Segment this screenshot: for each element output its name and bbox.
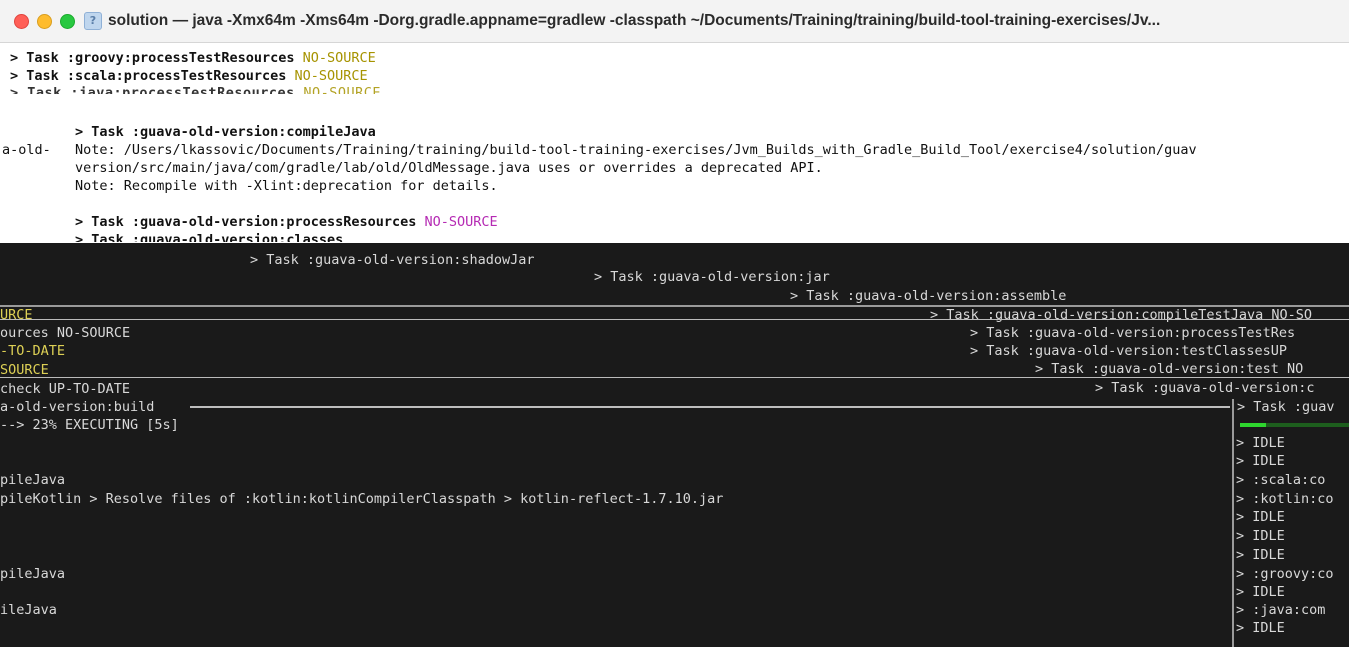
- glitch-text: SOURCE: [0, 362, 49, 378]
- worker-line: > IDLE: [1236, 453, 1285, 469]
- scan-line: [190, 406, 1230, 408]
- glitch-text: URCE: [0, 307, 33, 323]
- output-line: > Task :scala:processTestResources NO-SO…: [10, 67, 368, 85]
- progress-text: --> 23% EXECUTING [5s]: [0, 417, 179, 433]
- task-status: NO-SO: [1271, 307, 1313, 323]
- maximize-window-button[interactable]: [60, 13, 75, 29]
- glitch-line: > Task :guava-old-version:compileTestJav…: [930, 307, 1312, 323]
- task-status: NO-SOURCE: [56, 325, 131, 341]
- glitch-line: pileJava: [0, 472, 66, 488]
- task-status: UP-TO-DATE: [48, 381, 131, 397]
- window-title: solution — java -Xmx64m -Xms64m -Dorg.gr…: [108, 12, 1161, 29]
- note-line: Note: Recompile with -Xlint:deprecation …: [75, 178, 498, 194]
- worker-line: > IDLE: [1236, 509, 1285, 525]
- glitch-line: ileJava: [0, 602, 57, 618]
- task-text: > Task :java:processTestResources: [10, 85, 295, 94]
- task-status: NO: [1286, 361, 1304, 377]
- output-line: > Task :groovy:processTestResources NO-S…: [10, 49, 376, 67]
- scan-line: [0, 377, 1349, 378]
- compile-task-line: > Task :guava-old-version:compileJava: [75, 124, 376, 140]
- task-status: NO-SOURCE: [302, 50, 376, 66]
- worker-line: > :kotlin:co: [1236, 491, 1334, 507]
- worker-line: > IDLE: [1236, 547, 1285, 563]
- task-status: NO-SOURCE: [294, 68, 368, 84]
- task-status: NO-SOURCE: [424, 214, 498, 230]
- glitch-line: > Task :guava-old-version:processTestRes: [970, 325, 1296, 341]
- note-line-cont: version/src/main/java/com/gradle/lab/old…: [75, 160, 823, 176]
- window-titlebar: ? solution — java -Xmx64m -Xms64m -Dorg.…: [0, 0, 1349, 43]
- worker-line: > :java:com: [1236, 602, 1326, 618]
- glitch-line: > Task :guava-old-version:testClassesUP: [970, 343, 1287, 359]
- folder-question-icon: ?: [84, 12, 102, 30]
- scan-line: [0, 319, 1349, 320]
- output-line-clipped: > Task :guava-old-version:classes: [75, 232, 344, 242]
- task-status: NO-SOURCE: [303, 85, 382, 94]
- task-text: > Task :guava-old-version:testClasses: [970, 343, 1271, 359]
- glitch-line: check UP-TO-DATE: [0, 381, 130, 397]
- task-text: > Task :guava-old-version:test: [1035, 361, 1279, 377]
- worker-line: > IDLE: [1236, 584, 1285, 600]
- task-text: > Task :guava-old-version:processResourc…: [75, 214, 417, 230]
- worker-line: > IDLE: [1236, 620, 1285, 636]
- task-text: ources: [0, 325, 49, 341]
- glitch-line: pileKotlin > Resolve files of :kotlin:ko…: [0, 491, 724, 507]
- task-text: > Task :scala:processTestResources: [10, 68, 287, 84]
- glitch-line: > Task :guava-old-version:c: [1095, 380, 1315, 396]
- glitch-line: pileJava: [0, 566, 66, 582]
- task-text: > Task :groovy:processTestResources: [10, 50, 295, 66]
- side-prefix: a-old-: [2, 142, 51, 158]
- worker-line: > :groovy:co: [1236, 566, 1334, 582]
- vertical-glitch-bar: [1232, 399, 1234, 647]
- progress-bar-fill: [1240, 423, 1266, 427]
- glitched-terminal-region: > Task :guava-old-version:shadowJar > Ta…: [0, 243, 1349, 647]
- traffic-lights: [14, 13, 75, 29]
- task-text: > Task :guava-old-version:compileTestJav…: [930, 307, 1264, 323]
- minimize-window-button[interactable]: [37, 13, 52, 29]
- glitch-text: -TO-DATE: [0, 343, 66, 359]
- glitch-line: > Task :guava-old-version:test NO: [1035, 361, 1303, 377]
- glitch-line: > Task :guava-old-version:jar: [594, 269, 830, 285]
- glitch-line: > Task :guava-old-version:assemble: [790, 288, 1067, 304]
- glitch-line: > Task :guava-old-version:shadowJar: [250, 252, 535, 268]
- glitch-line: a-old-version:build: [0, 399, 155, 415]
- output-line-glitched: > Task :java:processTestResources NO-SOU…: [10, 84, 381, 94]
- worker-line: > IDLE: [1236, 528, 1285, 544]
- glitch-line: ources NO-SOURCE: [0, 325, 130, 341]
- close-window-button[interactable]: [14, 13, 29, 29]
- task-text: check: [0, 381, 41, 397]
- output-line: > Task :guava-old-version:processResourc…: [75, 213, 498, 231]
- glitch-line: > Task :guav: [1237, 399, 1335, 415]
- worker-line: > IDLE: [1236, 435, 1285, 451]
- worker-line: > :scala:co: [1236, 472, 1326, 488]
- task-status: UP: [1270, 343, 1287, 359]
- note-line: Note: /Users/lkassovic/Documents/Trainin…: [75, 142, 1197, 158]
